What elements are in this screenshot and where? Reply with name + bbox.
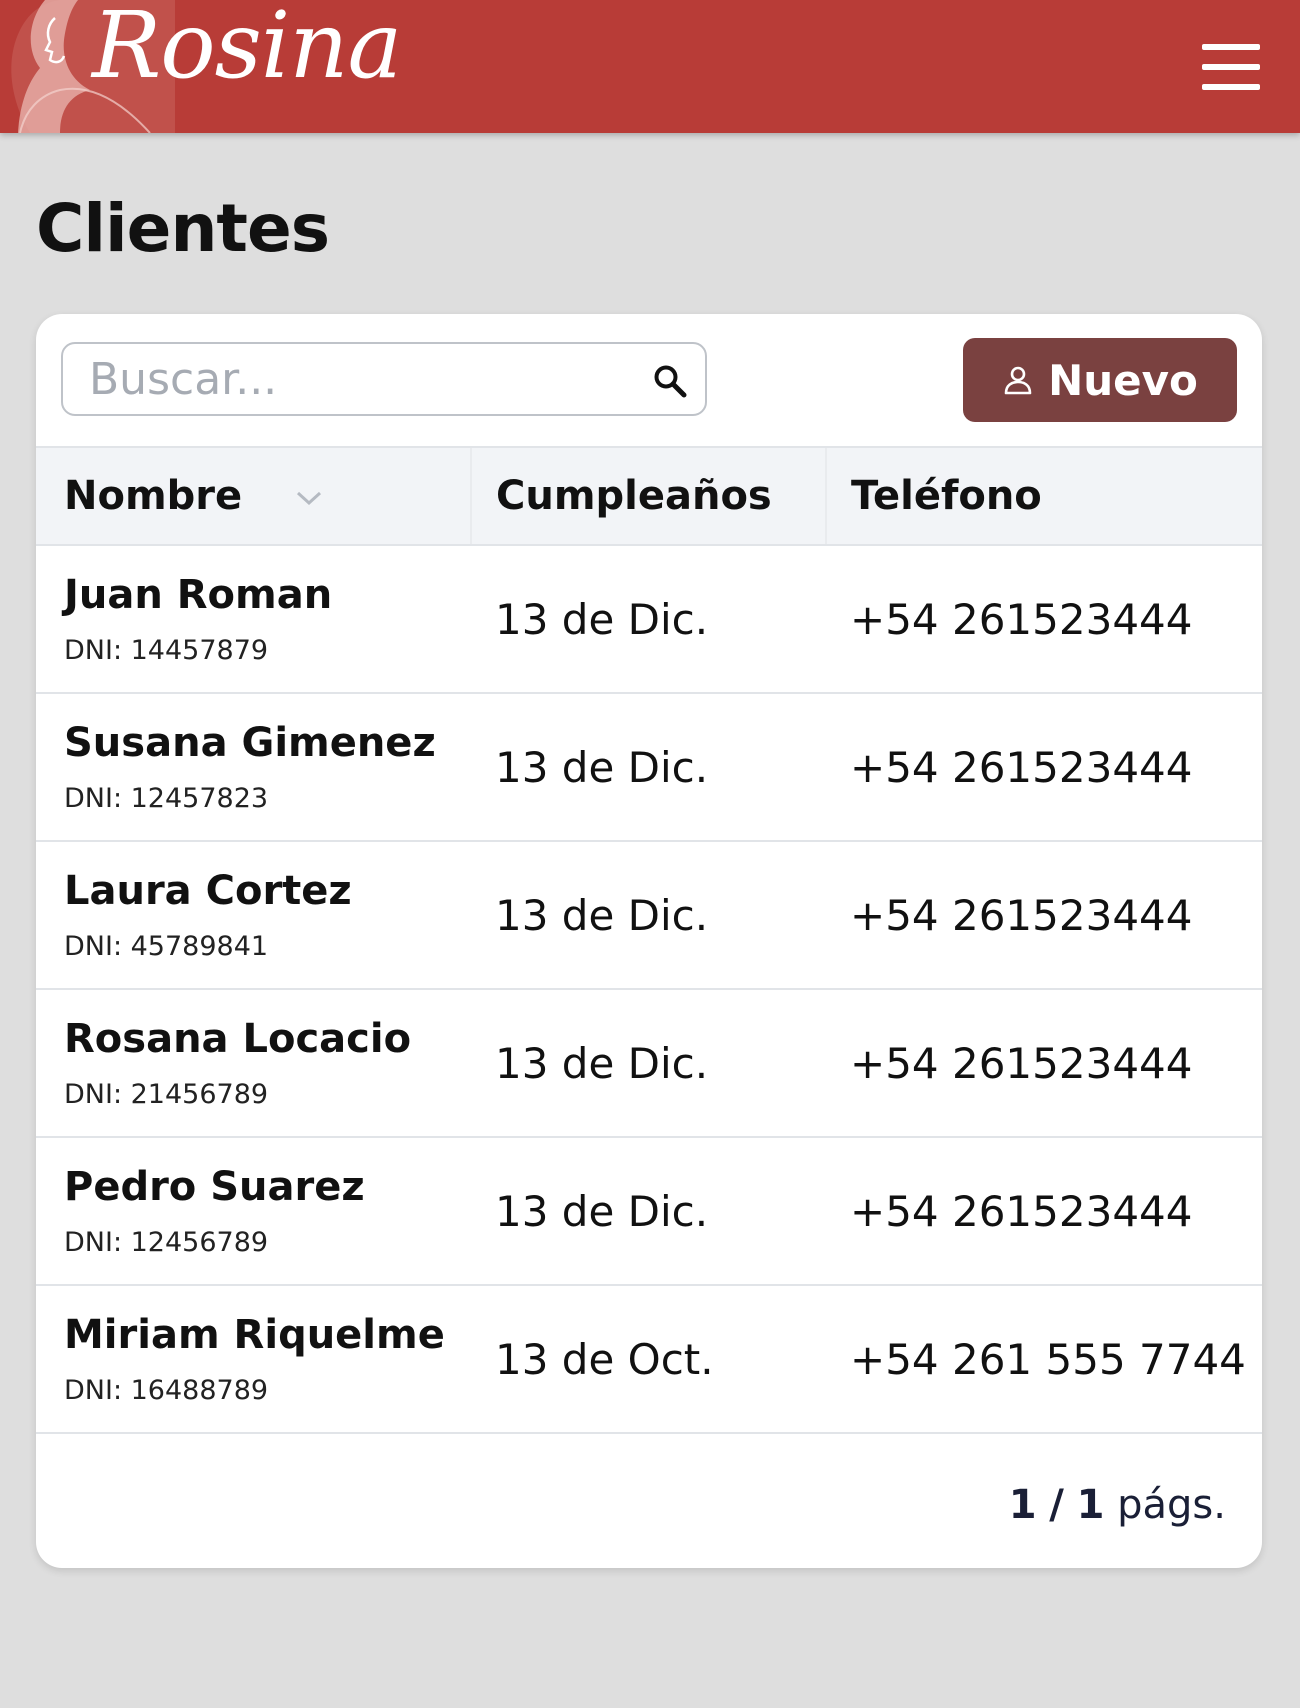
phone-cell: +54 261523444 [850, 594, 1193, 644]
menu-button[interactable] [1202, 44, 1260, 90]
column-header-phone[interactable]: Teléfono [825, 446, 1262, 546]
client-dni: DNI: 14457879 [64, 634, 269, 666]
column-header-name[interactable]: Nombre [36, 446, 471, 546]
pagination-total: 1 [1076, 1482, 1105, 1528]
client-name[interactable]: Laura Cortez [64, 869, 471, 913]
hamburger-menu-icon [1202, 44, 1260, 50]
clients-card: Nuevo Nombre Cumpleaños Teléfono Juan Ro… [36, 314, 1262, 1568]
client-dni: DNI: 12457823 [64, 782, 269, 814]
search-icon[interactable] [653, 364, 687, 398]
client-dni: DNI: 21456789 [64, 1078, 269, 1110]
search-input[interactable] [89, 353, 609, 405]
client-cell: Laura Cortez DNI: 45789841 [36, 841, 471, 989]
birthday-cell: 13 de Dic. [495, 1038, 709, 1088]
client-cell: Miriam Riquelme DNI: 16488789 [36, 1285, 471, 1433]
birthday-cell: 13 de Oct. [495, 1334, 714, 1384]
user-icon [1004, 366, 1032, 395]
phone-cell: +54 261523444 [850, 1186, 1193, 1236]
search-box [61, 342, 707, 416]
table-row[interactable]: Rosana Locacio DNI: 21456789 13 de Dic. … [36, 989, 1262, 1137]
client-name[interactable]: Juan Roman [64, 573, 471, 617]
table-row[interactable]: Pedro Suarez DNI: 12456789 13 de Dic. +5… [36, 1137, 1262, 1285]
table-row[interactable]: Miriam Riquelme DNI: 16488789 13 de Oct.… [36, 1285, 1262, 1433]
client-cell: Rosana Locacio DNI: 21456789 [36, 989, 471, 1137]
birthday-cell: 13 de Dic. [495, 742, 709, 792]
brand-logo[interactable]: Rosina [92, 0, 402, 99]
client-cell: Susana Gimenez DNI: 12457823 [36, 693, 471, 841]
new-client-button[interactable]: Nuevo [963, 338, 1237, 422]
pagination-current: 1 [1008, 1482, 1037, 1528]
client-dni: DNI: 45789841 [64, 930, 269, 962]
chevron-down-icon[interactable] [294, 488, 324, 508]
new-button-label: Nuevo [1048, 355, 1198, 405]
client-name[interactable]: Miriam Riquelme [64, 1313, 471, 1357]
client-dni: DNI: 16488789 [64, 1374, 269, 1406]
client-name[interactable]: Rosana Locacio [64, 1017, 471, 1061]
pagination-info: 1 / 1 págs. [1009, 1482, 1226, 1528]
clients-table: Nombre Cumpleaños Teléfono Juan Roman DN… [36, 446, 1262, 1434]
phone-cell: +54 261523444 [850, 742, 1193, 792]
pagination-separator: / [1049, 1482, 1064, 1528]
client-cell: Juan Roman DNI: 14457879 [36, 545, 471, 693]
pagination-suffix: págs. [1117, 1482, 1226, 1528]
table-header-row: Nombre Cumpleaños Teléfono [36, 446, 1262, 546]
birthday-cell: 13 de Dic. [495, 890, 709, 940]
phone-cell: +54 261523444 [850, 890, 1193, 940]
phone-cell: +54 261523444 [850, 1038, 1193, 1088]
birthday-cell: 13 de Dic. [495, 1186, 709, 1236]
client-dni: DNI: 12456789 [64, 1226, 269, 1258]
phone-cell: +54 261 555 7744 [850, 1334, 1246, 1384]
client-cell: Pedro Suarez DNI: 12456789 [36, 1137, 471, 1285]
app-header: Rosina [0, 0, 1300, 133]
client-name[interactable]: Susana Gimenez [64, 721, 471, 765]
table-row[interactable]: Susana Gimenez DNI: 12457823 13 de Dic. … [36, 693, 1262, 841]
client-name[interactable]: Pedro Suarez [64, 1165, 471, 1209]
table-row[interactable]: Laura Cortez DNI: 45789841 13 de Dic. +5… [36, 841, 1262, 989]
birthday-cell: 13 de Dic. [495, 594, 709, 644]
column-header-name-label: Nombre [64, 473, 243, 519]
table-row[interactable]: Juan Roman DNI: 14457879 13 de Dic. +54 … [36, 545, 1262, 693]
page-title: Clientes [36, 190, 330, 267]
column-header-birthday[interactable]: Cumpleaños [470, 446, 826, 546]
